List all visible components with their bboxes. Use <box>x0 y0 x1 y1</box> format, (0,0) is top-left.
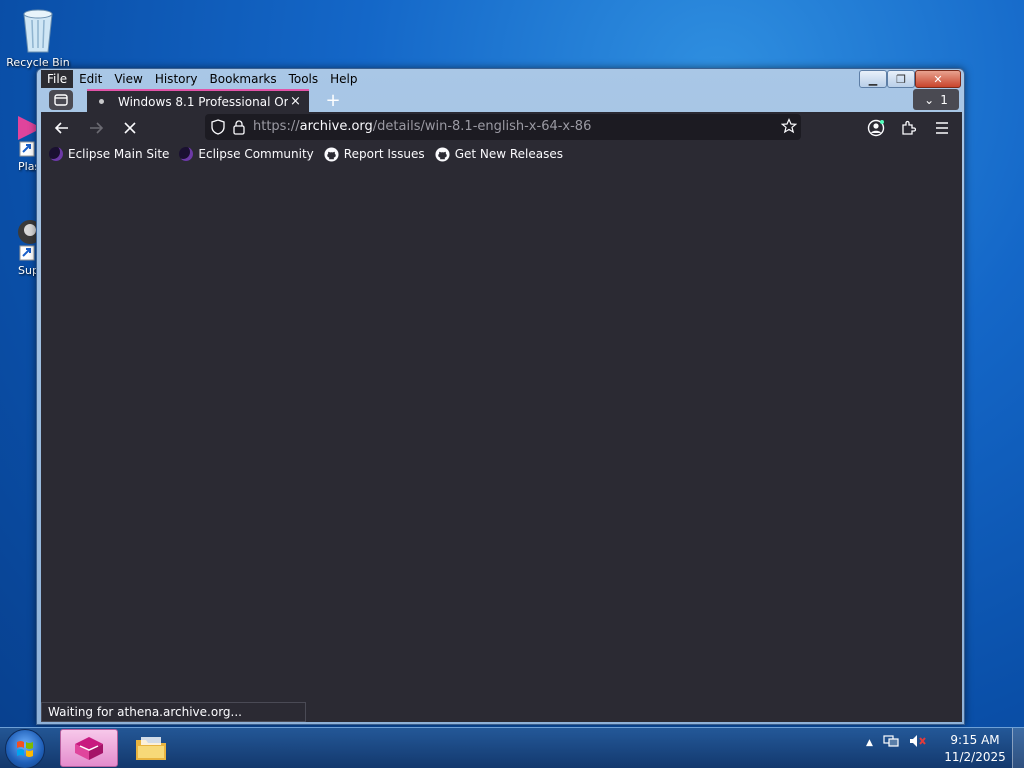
minimize-icon: ▁ <box>868 72 878 86</box>
browser-window: File Edit View History Bookmarks Tools H… <box>36 68 965 725</box>
windows-logo-icon <box>17 741 33 757</box>
menu-file[interactable]: File <box>41 70 74 88</box>
github-icon <box>435 146 450 162</box>
tab-list-button[interactable]: ⌄ 1 <box>913 89 959 110</box>
bookmark-report-issues[interactable]: Report Issues <box>324 146 425 162</box>
network-icon[interactable] <box>883 734 899 751</box>
tab-strip: Windows 8.1 Professional Original × + ⌄ … <box>41 88 962 112</box>
menu-bar: File Edit View History Bookmarks Tools H… <box>41 70 364 88</box>
url-text[interactable]: https://archive.org/details/win-8.1-engl… <box>253 119 591 134</box>
chevron-down-icon: ⌄ <box>924 92 935 107</box>
firefox-view-button[interactable] <box>49 90 73 110</box>
bookmark-eclipse-community[interactable]: Eclipse Community <box>179 147 314 161</box>
bookmark-label: Eclipse Main Site <box>68 147 170 161</box>
stop-x-icon <box>124 122 136 134</box>
bookmark-star-icon[interactable] <box>780 118 798 137</box>
menu-view[interactable]: View <box>108 70 148 88</box>
menu-history[interactable]: History <box>149 70 204 88</box>
bookmark-label: Eclipse Community <box>198 147 314 161</box>
new-tab-button[interactable]: + <box>322 89 344 111</box>
status-bar: Waiting for athena.archive.org... <box>41 702 306 722</box>
bookmarks-toolbar: Eclipse Main Site Eclipse Community Repo… <box>41 142 962 166</box>
menu-bookmarks[interactable]: Bookmarks <box>204 70 283 88</box>
back-arrow-icon <box>54 122 68 134</box>
taskbar-file-explorer-button[interactable] <box>126 729 176 767</box>
show-desktop-button[interactable] <box>1012 728 1024 768</box>
url-path: /details/win-8.1-english-x-64-x-86 <box>372 119 592 134</box>
hamburger-menu-icon <box>936 122 948 134</box>
maximize-icon: ❐ <box>896 72 906 86</box>
url-host: archive.org <box>299 119 373 134</box>
start-button[interactable] <box>5 729 45 768</box>
bookmark-eclipse-main-site[interactable]: Eclipse Main Site <box>49 147 169 161</box>
url-scheme: https:// <box>253 119 300 134</box>
close-window-button[interactable]: ✕ <box>915 70 961 88</box>
clock-time: 9:15 AM <box>950 733 1000 747</box>
eclipse-icon <box>49 147 63 161</box>
extensions-button[interactable] <box>897 117 919 139</box>
loading-dot-icon <box>99 99 104 104</box>
maximize-button[interactable]: ❐ <box>887 70 915 88</box>
folder-icon <box>136 737 166 760</box>
volume-muted-icon[interactable] <box>909 734 927 751</box>
taskbar: ▲ 9:15 AM 11/2/2025 <box>0 727 1024 768</box>
menu-tools[interactable]: Tools <box>283 70 325 88</box>
forward-arrow-icon <box>90 122 104 134</box>
floorp-browser-icon <box>75 737 103 760</box>
forward-button[interactable] <box>85 117 107 139</box>
stop-button[interactable] <box>119 117 141 139</box>
bookmark-get-new-releases[interactable]: Get New Releases <box>435 146 564 162</box>
navigation-toolbar: https://archive.org/details/win-8.1-engl… <box>41 112 962 142</box>
back-button[interactable] <box>51 117 73 139</box>
system-tray: ▲ <box>866 734 927 751</box>
tab-close-button[interactable]: × <box>290 94 301 109</box>
recycle-bin-icon <box>20 6 56 54</box>
firefox-view-icon <box>54 94 68 106</box>
page-content[interactable]: Waiting for athena.archive.org... <box>41 166 962 722</box>
puzzle-icon <box>902 120 916 135</box>
clock[interactable]: 9:15 AM 11/2/2025 <box>940 732 1010 766</box>
minimize-button[interactable]: ▁ <box>859 70 887 88</box>
shield-icon[interactable] <box>211 119 225 138</box>
taskbar-browser-button[interactable] <box>60 729 118 767</box>
menu-edit[interactable]: Edit <box>73 70 108 88</box>
url-bar[interactable]: https://archive.org/details/win-8.1-engl… <box>205 114 801 140</box>
close-icon: ✕ <box>933 72 943 86</box>
lock-icon[interactable] <box>233 119 245 138</box>
github-icon <box>324 146 339 162</box>
account-button[interactable] <box>865 117 887 139</box>
show-hidden-icons-button[interactable]: ▲ <box>866 738 873 748</box>
bookmark-label: Get New Releases <box>454 147 564 161</box>
tab-count: 1 <box>940 92 948 107</box>
app-menu-button[interactable] <box>931 117 953 139</box>
bookmark-label: Report Issues <box>343 147 425 161</box>
eclipse-icon <box>179 147 194 161</box>
account-icon <box>867 119 885 137</box>
clock-date: 11/2/2025 <box>944 750 1006 764</box>
tab-title: Windows 8.1 Professional Original <box>118 94 288 109</box>
menu-help[interactable]: Help <box>324 70 363 88</box>
desktop-icon-recycle-bin[interactable]: Recycle Bin <box>2 6 74 69</box>
tab-active[interactable]: Windows 8.1 Professional Original × <box>87 89 309 112</box>
